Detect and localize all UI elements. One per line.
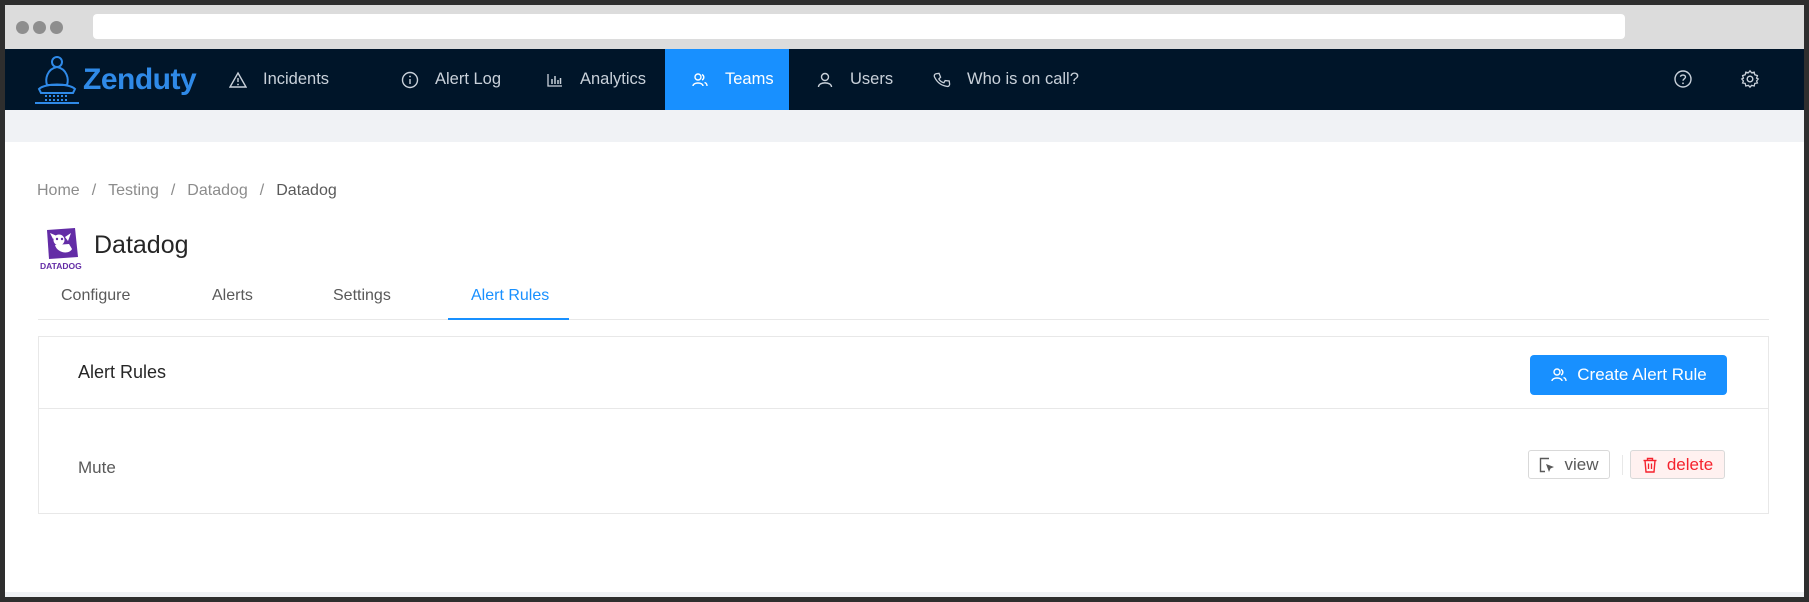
window-maximize-dot[interactable]	[50, 21, 63, 34]
tab-bar: Configure Alerts Settings Alert Rules	[38, 273, 1769, 320]
gear-icon[interactable]	[1740, 69, 1760, 89]
active-tab-indicator	[448, 318, 569, 320]
nav-label: Who is on call?	[967, 70, 1079, 88]
nav-item-alert-log[interactable]: Alert Log	[401, 49, 501, 110]
buddha-logo-icon	[35, 56, 79, 104]
sub-header-bar	[5, 110, 1804, 142]
delete-button[interactable]: delete	[1630, 450, 1725, 479]
create-alert-rule-label: Create Alert Rule	[1577, 365, 1707, 384]
nav-label: Incidents	[263, 70, 330, 88]
card-title: Alert Rules	[78, 362, 167, 382]
breadcrumb: Home / Testing / Datadog / Datadog	[37, 182, 337, 200]
warning-triangle-icon	[229, 71, 247, 89]
breadcrumb-separator: /	[91, 182, 97, 199]
nav-label: Alert Log	[435, 70, 502, 88]
browser-window: Zenduty Incidents Alert Log Analytics Te	[5, 5, 1804, 597]
window-close-dot[interactable]	[16, 21, 29, 34]
info-circle-icon	[401, 71, 419, 89]
team-icon	[1550, 366, 1568, 384]
svg-text:DATADOG: DATADOG	[40, 261, 82, 271]
alert-rules-card: Alert Rules Create Alert Rule Mute view	[38, 336, 1769, 514]
datadog-logo: DATADOG	[39, 227, 89, 271]
tab-settings[interactable]: Settings	[333, 273, 391, 320]
action-divider	[1622, 455, 1623, 475]
breadcrumb-separator: /	[259, 182, 265, 199]
nav-label: Teams	[725, 70, 774, 88]
main-content: Home / Testing / Datadog / Datadog DATAD…	[5, 142, 1804, 592]
alert-rule-name: Mute	[78, 458, 116, 477]
breadcrumb-separator: /	[170, 182, 176, 199]
window-minimize-dot[interactable]	[33, 21, 46, 34]
address-bar[interactable]	[93, 14, 1625, 39]
breadcrumb-current: Datadog	[276, 182, 337, 199]
trash-icon	[1642, 457, 1658, 473]
select-cursor-icon	[1539, 457, 1555, 473]
bar-chart-icon	[546, 71, 564, 89]
nav-item-teams[interactable]: Teams	[665, 49, 789, 110]
browser-chrome	[5, 5, 1804, 49]
breadcrumb-home[interactable]: Home	[37, 182, 80, 200]
top-navbar: Zenduty Incidents Alert Log Analytics Te	[5, 49, 1804, 110]
tab-configure[interactable]: Configure	[61, 273, 130, 320]
delete-label: delete	[1666, 454, 1714, 474]
nav-item-incidents[interactable]: Incidents	[201, 49, 351, 110]
help-circle-icon[interactable]	[1673, 69, 1693, 89]
view-button[interactable]: view	[1528, 450, 1610, 479]
nav-label: Users	[850, 70, 894, 88]
brand-name: Zenduty	[83, 63, 197, 96]
tab-alert-rules[interactable]: Alert Rules	[471, 273, 549, 320]
nav-item-analytics[interactable]: Analytics	[546, 49, 646, 110]
nav-label: Analytics	[580, 70, 647, 88]
phone-icon	[933, 71, 951, 89]
user-icon	[816, 71, 834, 89]
create-alert-rule-button[interactable]: Create Alert Rule	[1530, 355, 1727, 395]
view-label: view	[1564, 454, 1599, 474]
page-title: Datadog	[94, 231, 189, 259]
alert-rules-card-header: Alert Rules Create Alert Rule	[39, 337, 1768, 409]
breadcrumb-service[interactable]: Datadog	[187, 182, 248, 200]
team-icon	[691, 71, 709, 89]
tab-alerts[interactable]: Alerts	[212, 273, 253, 320]
nav-item-who-is-on-call[interactable]: Who is on call?	[933, 49, 1079, 110]
brand-logo[interactable]: Zenduty	[33, 53, 213, 106]
breadcrumb-team[interactable]: Testing	[108, 182, 159, 200]
nav-item-users[interactable]: Users	[816, 49, 893, 110]
